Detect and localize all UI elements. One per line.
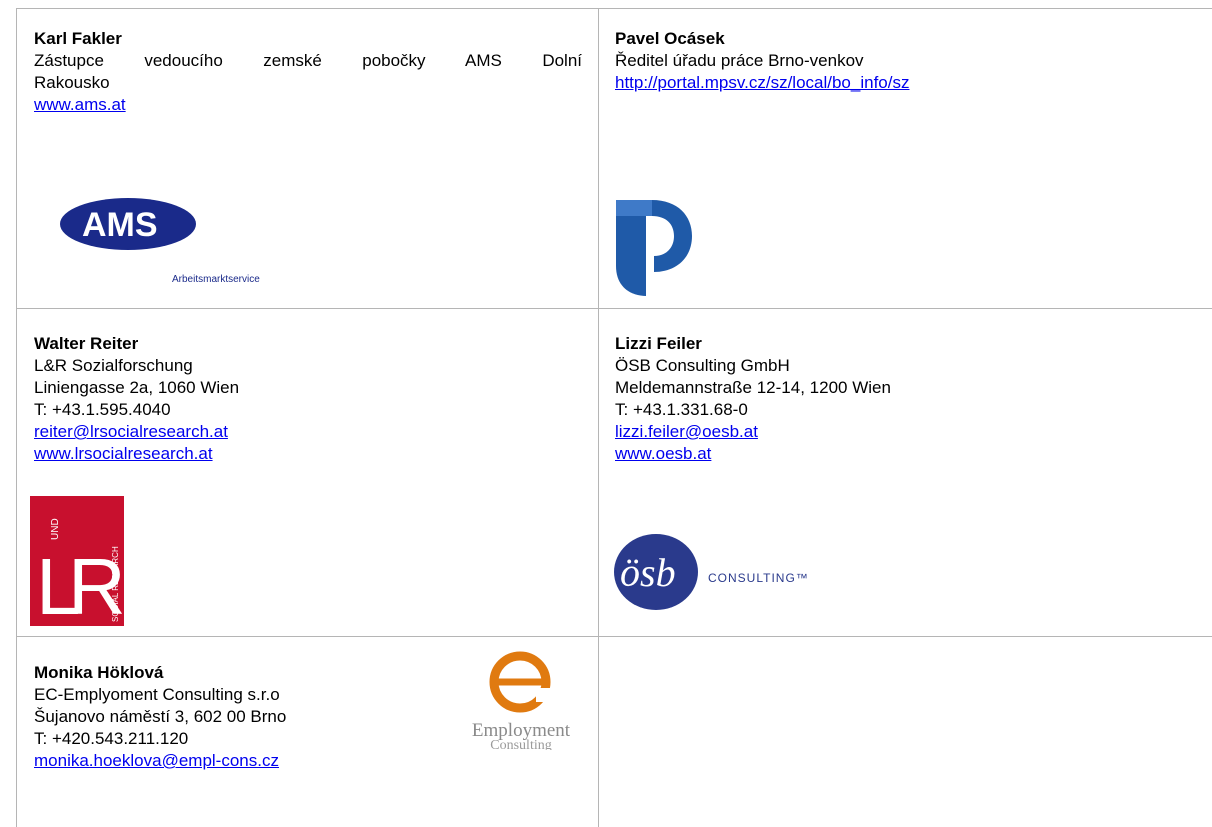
- ams-logo-subtext: Arbeitsmarktservice: [172, 274, 260, 285]
- table-border-row2: [16, 636, 1212, 637]
- osb-logo-subtext: CONSULTING™: [708, 571, 809, 585]
- table-border-left: [16, 8, 17, 827]
- contact-organization: EC-Emplyoment Consulting s.r.o: [34, 685, 280, 704]
- contact-card-hoklova: Monika Höklová EC-Emplyoment Consulting …: [34, 662, 454, 772]
- table-border-top: [16, 8, 1212, 9]
- contact-role: Ředitel úřadu práce Brno-venkov: [615, 51, 864, 70]
- email-link[interactable]: monika.hoeklova@empl-cons.cz: [34, 750, 454, 772]
- table-border-middle: [598, 8, 599, 827]
- contact-card-ocasek: Pavel Ocásek Ředitel úřadu práce Brno-ve…: [615, 28, 1195, 94]
- contact-role: Zástupce vedoucího zemské pobočky AMS Do…: [34, 51, 582, 70]
- email-link[interactable]: lizzi.feiler@oesb.at: [615, 421, 1195, 443]
- contact-card-feiler: Lizzi Feiler ÖSB Consulting GmbH Meldema…: [615, 333, 1195, 465]
- ams-logo: AMS Arbeitsmarktservice: [60, 198, 260, 285]
- contact-address: Liniengasse 2a, 1060 Wien: [34, 378, 240, 397]
- contact-name: Karl Fakler: [34, 29, 122, 48]
- lr-logo-und: UND: [50, 518, 61, 540]
- lr-logo-vertical-text: SOCIAL RESEARCH: [111, 546, 120, 622]
- contact-card-fakler: Karl Fakler Zástupce vedoucího zemské po…: [34, 28, 582, 116]
- email-link[interactable]: reiter@lrsocialresearch.at: [34, 421, 582, 443]
- contact-organization: ÖSB Consulting GmbH: [615, 356, 790, 375]
- contact-phone: T: +43.1.595.4040: [34, 400, 171, 419]
- contact-card-reiter: Walter Reiter L&R Sozialforschung Linien…: [34, 333, 582, 465]
- ams-logo-text: AMS: [82, 206, 158, 244]
- up-logo-icon: [616, 200, 692, 296]
- contact-address: Šujanovo náměstí 3, 602 00 Brno: [34, 707, 287, 726]
- contact-name: Walter Reiter: [34, 334, 139, 353]
- contact-phone: T: +420.543.211.120: [34, 729, 189, 748]
- contact-role-cont: Rakousko: [34, 73, 110, 92]
- osb-logo: ösb CONSULTING™: [614, 534, 809, 610]
- osb-logo-text: ösb: [620, 550, 676, 595]
- lr-logo: L R UND SOCIAL RESEARCH: [30, 496, 124, 626]
- contact-organization: L&R Sozialforschung: [34, 356, 193, 375]
- website-link[interactable]: www.lrsocialresearch.at: [34, 443, 582, 465]
- contact-name: Pavel Ocásek: [615, 29, 725, 48]
- table-border-row1: [16, 308, 1212, 309]
- contact-name: Monika Höklová: [34, 663, 164, 682]
- website-link[interactable]: www.ams.at: [34, 94, 582, 116]
- website-link[interactable]: www.oesb.at: [615, 443, 1195, 465]
- contact-name: Lizzi Feiler: [615, 334, 702, 353]
- contact-phone: T: +43.1.331.68-0: [615, 400, 748, 419]
- contact-address: Meldemannstraße 12-14, 1200 Wien: [615, 378, 891, 397]
- contact-table: Karl Fakler Zástupce vedoucího zemské po…: [0, 0, 1212, 827]
- website-link[interactable]: http://portal.mpsv.cz/sz/local/bo_info/s…: [615, 72, 1195, 94]
- ec-logo-line2: Consulting: [490, 738, 551, 750]
- ec-logo: Employment Consulting: [472, 651, 571, 750]
